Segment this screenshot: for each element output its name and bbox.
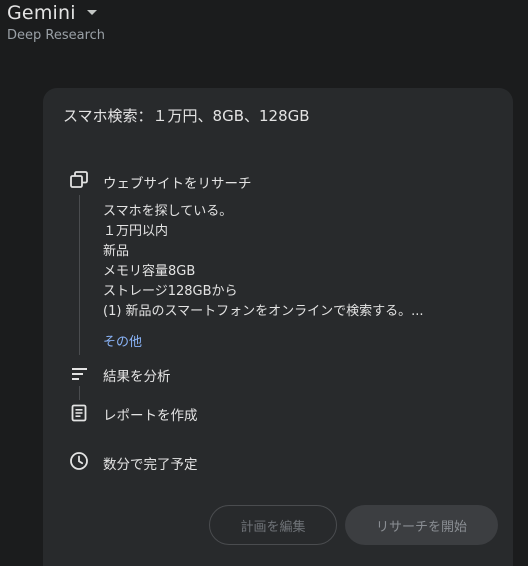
step-connector — [79, 195, 80, 355]
detail-line: メモリ容量8GB — [103, 264, 196, 279]
caret-down-icon[interactable] — [86, 9, 98, 17]
app-title[interactable]: Gemini — [7, 2, 76, 24]
detail-line: １万円以内 — [103, 224, 169, 239]
sort-lines-icon — [72, 368, 87, 380]
step-connector — [79, 386, 80, 400]
clock-icon — [70, 452, 88, 470]
research-plan-card: スマホ検索：１万円、8GB、128GB ウェブサイトをリサーチ スマホを探してい… — [43, 88, 513, 566]
step-report-label: レポートを作成 — [103, 408, 198, 424]
top-header: Gemini Deep Research — [0, 0, 528, 60]
start-research-button[interactable]: リサーチを開始 — [345, 505, 498, 545]
detail-line: スマホを探している。 — [103, 204, 233, 219]
document-icon — [71, 404, 87, 422]
detail-line: ストレージ128GBから — [103, 284, 238, 299]
web-research-icon — [70, 171, 88, 188]
research-details: スマホを探している。 １万円以内 新品 メモリ容量8GB ストレージ128GBか… — [103, 202, 503, 322]
model-subtitle: Deep Research — [7, 28, 106, 43]
plan-title: スマホ検索：１万円、8GB、128GB — [63, 107, 310, 125]
eta-label: 数分で完了予定 — [103, 457, 198, 473]
edit-plan-button[interactable]: 計画を編集 — [209, 505, 337, 545]
step-research-label: ウェブサイトをリサーチ — [103, 176, 252, 192]
detail-line: 新品 — [103, 244, 130, 259]
step-analyze-label: 結果を分析 — [103, 369, 171, 385]
detail-line: (1) 新品のスマートフォンをオンラインで検索する。... — [103, 304, 424, 319]
show-more-link[interactable]: その他 — [103, 331, 142, 350]
